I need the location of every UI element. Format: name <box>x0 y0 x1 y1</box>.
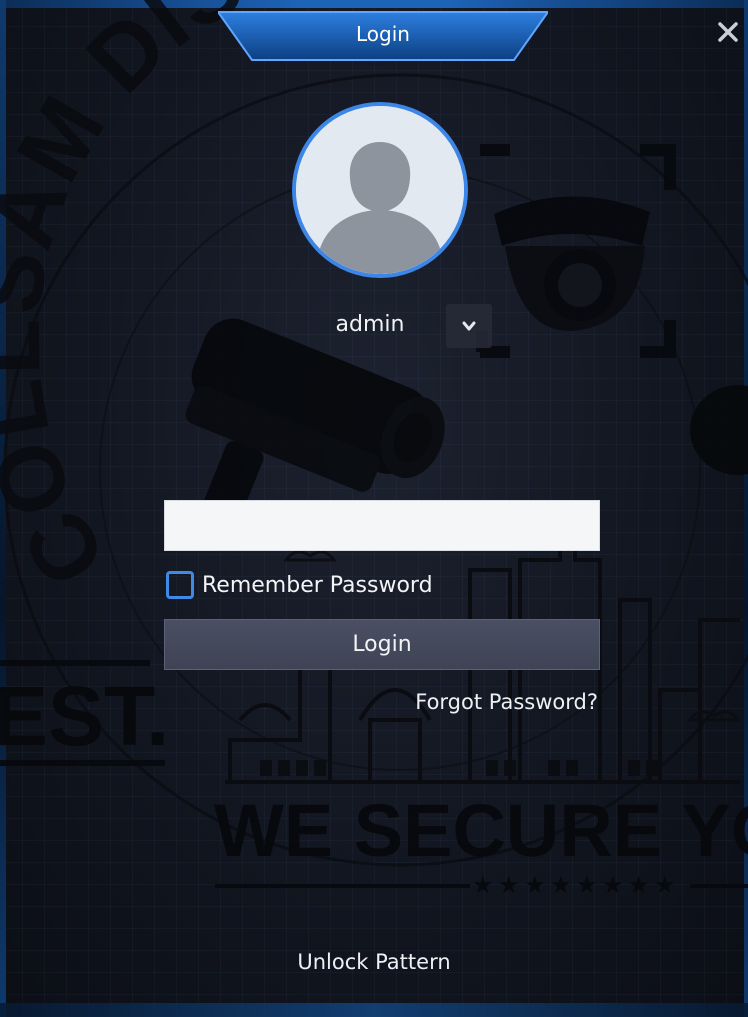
user-avatar <box>292 102 468 278</box>
remember-password-option[interactable]: Remember Password <box>166 568 433 602</box>
svg-text:★: ★ <box>472 871 494 899</box>
bottom-border <box>0 1003 748 1017</box>
password-field[interactable] <box>164 500 600 551</box>
svg-text:★: ★ <box>602 871 624 899</box>
watermark-slogan-text: WE SECURE YOU <box>214 789 748 872</box>
svg-text:★: ★ <box>524 871 546 899</box>
forgot-password-link[interactable]: Forgot Password? <box>360 690 598 714</box>
user-select-dropdown[interactable] <box>446 304 492 348</box>
svg-text:★: ★ <box>628 871 650 899</box>
svg-text:★: ★ <box>576 871 598 899</box>
unlock-pattern-link[interactable]: Unlock Pattern <box>234 950 514 974</box>
close-button[interactable] <box>712 16 744 48</box>
top-border <box>0 0 748 8</box>
chevron-down-icon <box>462 321 476 331</box>
username-label: admin <box>335 312 405 337</box>
left-border <box>0 0 6 1017</box>
svg-text:★: ★ <box>498 871 520 899</box>
dialog-title: Login <box>356 22 410 46</box>
right-border <box>744 0 748 1017</box>
svg-text:★: ★ <box>654 871 676 899</box>
login-dialog: COLLSAM DISTRIB <box>0 0 748 1017</box>
user-silhouette-icon <box>296 106 464 274</box>
svg-text:★: ★ <box>550 871 572 899</box>
remember-password-checkbox[interactable] <box>166 571 194 599</box>
remember-password-label: Remember Password <box>202 572 433 598</box>
login-button[interactable]: Login <box>164 619 600 670</box>
close-icon <box>718 22 738 42</box>
watermark-est-text: EST. <box>0 669 169 763</box>
